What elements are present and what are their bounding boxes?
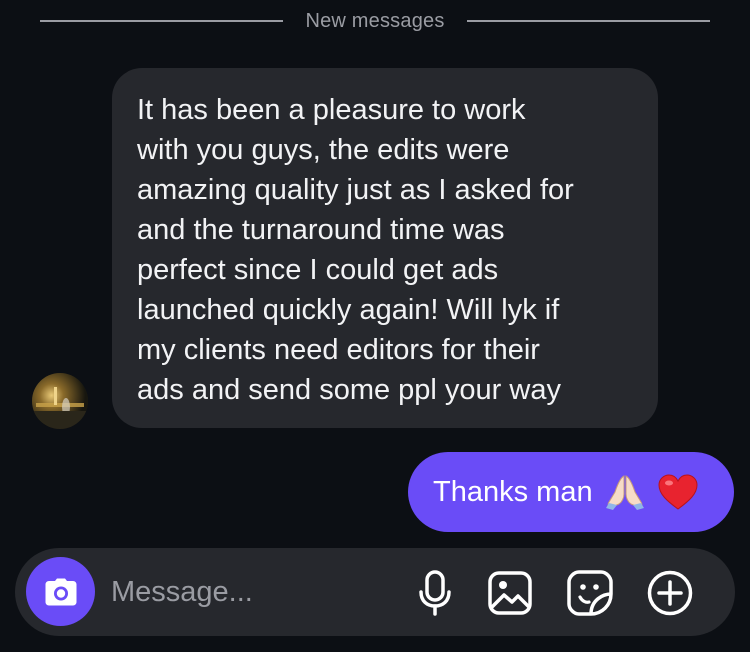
sent-message-bubble[interactable]: Thanks man xyxy=(408,452,734,532)
gallery-button[interactable] xyxy=(486,569,534,617)
folded-hands-emoji xyxy=(603,472,647,512)
sticker-button[interactable] xyxy=(566,569,614,617)
camera-icon xyxy=(45,578,76,605)
chat-screen: New messages It has been a pleasure to w… xyxy=(0,0,750,652)
message-input[interactable] xyxy=(111,568,391,616)
divider-line-left xyxy=(40,20,284,22)
sender-avatar[interactable] xyxy=(32,373,88,429)
new-messages-label: New messages xyxy=(305,9,445,32)
new-messages-divider: New messages xyxy=(40,8,710,34)
camera-button[interactable] xyxy=(26,557,95,626)
sticker-icon xyxy=(567,570,613,616)
more-button[interactable] xyxy=(646,569,694,617)
microphone-button[interactable] xyxy=(411,569,459,617)
plus-circle-icon xyxy=(647,570,693,616)
divider-line-right xyxy=(466,20,710,22)
image-icon xyxy=(488,571,532,615)
message-composer xyxy=(15,548,735,636)
sent-message-text: Thanks man xyxy=(433,475,593,508)
red-heart-emoji xyxy=(657,473,699,511)
received-message-bubble[interactable]: It has been a pleasure to work with you … xyxy=(112,68,658,428)
received-message-text: It has been a pleasure to work with you … xyxy=(137,94,574,406)
microphone-icon xyxy=(419,570,451,616)
avatar-photo xyxy=(32,373,88,429)
